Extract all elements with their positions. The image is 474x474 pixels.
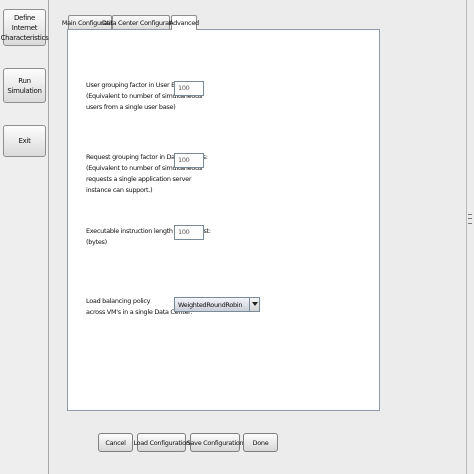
divider-grip-icon [468, 214, 472, 224]
user-grouping-label-line: users from a single user base) [86, 103, 176, 111]
request-grouping-label-line: instance can support.) [86, 186, 153, 194]
run-simulation-button[interactable]: Run Simulation [3, 68, 46, 103]
instruction-length-input[interactable]: 100 [174, 225, 204, 240]
save-configuration-button-label: Save Configuration [186, 438, 244, 447]
tab-data-center-configuration[interactable]: Data Center Configuration [102, 15, 180, 29]
cancel-button[interactable]: Cancel [98, 433, 133, 452]
split-pane-divider[interactable] [466, 0, 474, 474]
run-simulation-label: Run Simulation [7, 76, 42, 95]
cancel-button-label: Cancel [105, 438, 126, 447]
request-grouping-label-line: requests a single application server [86, 175, 192, 183]
save-configuration-button[interactable]: Save Configuration [187, 433, 244, 452]
load-balancing-select[interactable]: WeightedRoundRobin [174, 297, 260, 312]
define-internet-characteristics-label: Define Internet Characteristics [0, 13, 49, 42]
exit-label: Exit [18, 137, 31, 145]
left-sidebar: Define Internet Characteristics Run Simu… [0, 0, 49, 474]
user-grouping-input[interactable]: 100 [174, 81, 204, 96]
chevron-down-icon[interactable] [249, 298, 259, 311]
request-grouping-input[interactable]: 100 [174, 153, 204, 168]
done-button-label: Done [252, 438, 269, 447]
load-configuration-button-label: Load Configuration [133, 438, 190, 447]
exit-button[interactable]: Exit [3, 125, 46, 157]
tab-advanced[interactable]: Advanced [169, 15, 199, 30]
define-internet-characteristics-button[interactable]: Define Internet Characteristics [0, 9, 49, 46]
done-button[interactable]: Done [243, 433, 278, 452]
load-configuration-button[interactable]: Load Configuration [133, 433, 190, 452]
load-balancing-selected-value: WeightedRoundRobin [178, 301, 243, 309]
tab-advanced-label: Advanced [169, 19, 199, 27]
